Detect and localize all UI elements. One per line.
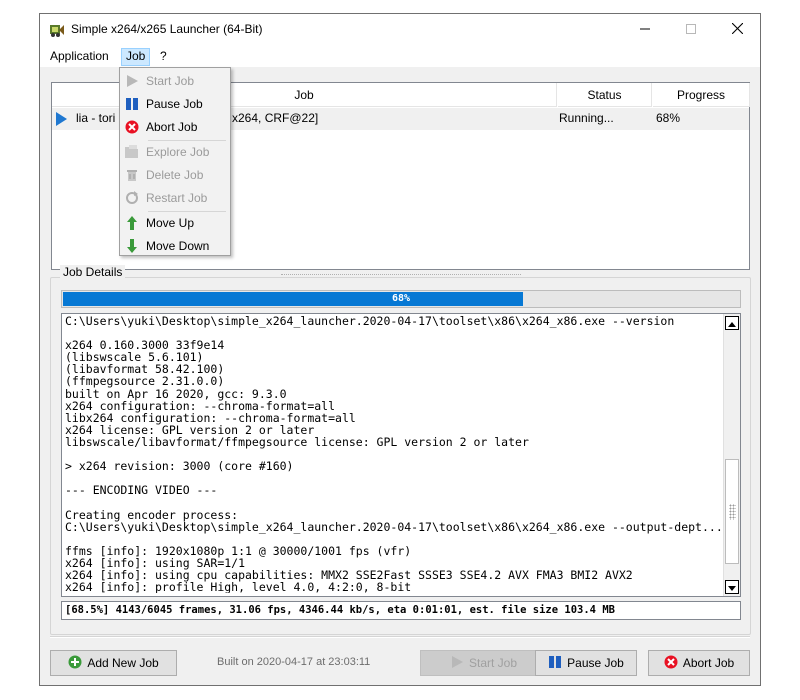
pause-icon: [548, 655, 562, 672]
encode-status-line: [68.5%] 4143/6045 frames, 31.06 fps, 434…: [61, 601, 741, 620]
menu-item-start-job[interactable]: Start Job: [120, 70, 230, 92]
minimize-icon: [640, 23, 650, 37]
add-new-job-button[interactable]: Add New Job: [50, 650, 177, 676]
scroll-up-icon: [728, 316, 736, 330]
scroll-up-button[interactable]: [725, 316, 739, 330]
menu-job[interactable]: Job: [121, 48, 151, 66]
maximize-button[interactable]: [668, 14, 714, 45]
job-name: lia - tori: [76, 111, 116, 125]
restart-icon: [124, 190, 140, 206]
add-icon: [68, 655, 82, 672]
pause-job-label: Pause Job: [567, 656, 624, 670]
menu-item-pause-job[interactable]: Pause Job: [120, 93, 230, 115]
pause-icon: [124, 96, 140, 112]
build-info: Built on 2020-04-17 at 23:03:11: [217, 656, 371, 668]
play-icon: [450, 655, 464, 672]
menu-item-move-down[interactable]: Move Down: [120, 235, 230, 257]
maximize-icon: [686, 23, 696, 37]
menu-item-move-up[interactable]: Move Up: [120, 212, 230, 234]
menu-help[interactable]: ?: [156, 48, 171, 66]
title-bar[interactable]: Simple x264/x265 Launcher (64-Bit): [40, 14, 760, 45]
start-job-label: Start Job: [468, 656, 518, 670]
minimize-button[interactable]: [622, 14, 668, 45]
log-text: C:\Users\yuki\Desktop\simple_x264_launch…: [65, 315, 723, 594]
menu-item-delete-job[interactable]: Delete Job: [120, 164, 230, 186]
encode-status-text: [68.5%] 4143/6045 frames, 31.06 fps, 434…: [65, 604, 615, 616]
app-logo-icon: [49, 22, 65, 38]
menu-bar: Application Job ?: [40, 45, 760, 67]
abort-job-label: Abort Job: [682, 656, 735, 670]
explore-icon: [124, 144, 140, 160]
scroll-thumb[interactable]: [725, 459, 739, 564]
menu-item-explore-job[interactable]: Explore Job: [120, 141, 230, 163]
running-play-icon: [56, 112, 67, 126]
scroll-down-button[interactable]: [725, 580, 739, 594]
scroll-down-icon: [728, 580, 736, 594]
add-new-job-label: Add New Job: [87, 656, 159, 670]
abort-icon: [664, 655, 678, 672]
divider: [50, 636, 750, 638]
abort-job-button[interactable]: Abort Job: [648, 650, 750, 676]
scroll-grip-icon: [729, 504, 736, 520]
play-icon: [124, 73, 140, 89]
close-button[interactable]: [714, 14, 760, 45]
pause-job-button[interactable]: Pause Job: [535, 650, 637, 676]
close-icon: [731, 22, 743, 37]
menu-item-restart-job[interactable]: Restart Job: [120, 187, 230, 209]
log-scrollbar[interactable]: [723, 314, 740, 596]
log-output[interactable]: C:\Users\yuki\Desktop\simple_x264_launch…: [61, 313, 741, 597]
job-details-label: Job Details: [60, 265, 126, 279]
job-status: Running...: [559, 111, 614, 125]
abort-icon: [124, 119, 140, 135]
job-name-tail: x264, CRF@22]: [232, 111, 319, 125]
menu-item-abort-job[interactable]: Abort Job: [120, 116, 230, 138]
job-progress: 68%: [656, 111, 681, 125]
arrow-down-icon: [124, 238, 140, 254]
progress-text: 68%: [391, 293, 411, 304]
job-dropdown-menu: Start Job Pause Job Abort Job Explore Jo…: [119, 67, 231, 256]
arrow-up-icon: [124, 215, 140, 231]
trash-icon: [124, 167, 140, 183]
menu-application[interactable]: Application: [46, 48, 113, 66]
column-header-status[interactable]: Status: [558, 83, 652, 107]
job-progress-bar: 68%: [61, 290, 741, 308]
start-job-button[interactable]: Start Job: [420, 650, 547, 676]
column-header-progress[interactable]: Progress: [653, 83, 750, 107]
window-title: Simple x264/x265 Launcher (64-Bit): [71, 22, 263, 36]
